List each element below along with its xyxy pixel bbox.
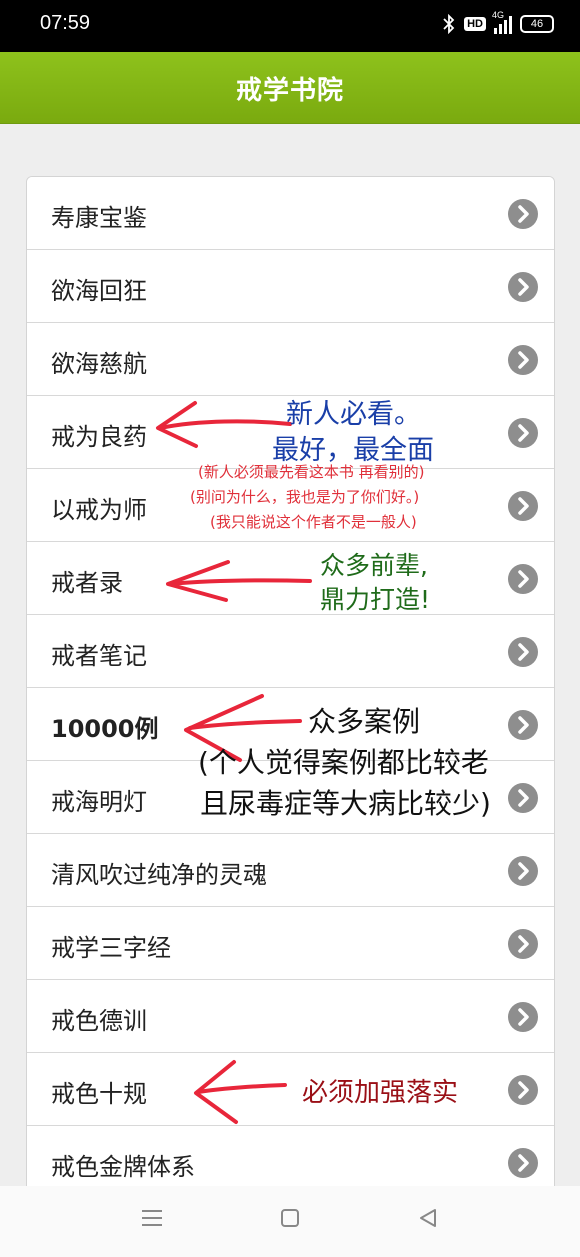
chevron-right-icon	[508, 1075, 538, 1105]
app-title: 戒学书院	[235, 76, 344, 106]
annotation-1-line1: 新人必看。	[286, 399, 421, 430]
list-item-label: 欲海回狂	[51, 277, 147, 305]
status-time: 07:59	[40, 12, 91, 34]
list-item-label: 戒海明灯	[51, 788, 147, 816]
chevron-right-icon	[508, 345, 538, 375]
chevron-right-icon	[508, 199, 538, 229]
annotation-2-line1: 众多前辈,	[320, 551, 428, 580]
list-item[interactable]: 欲海慈航	[27, 323, 554, 396]
back-icon[interactable]	[418, 1208, 438, 1228]
chevron-right-icon	[508, 491, 538, 521]
screen: 07:59 HD 4G 46 戒学书院 寿康宝鉴 欲海回狂 欲海慈航 戒为良药 …	[0, 0, 580, 1257]
chevron-right-icon	[508, 272, 538, 302]
annotation-3-line3: 且尿毒症等大病比较少)	[200, 787, 491, 820]
bluetooth-icon	[443, 14, 455, 34]
app-bar: 戒学书院	[0, 52, 580, 124]
book-list: 寿康宝鉴 欲海回狂 欲海慈航 戒为良药 以戒为师 戒者录 戒者笔记 10000例…	[26, 176, 555, 1200]
list-item-label: 以戒为师	[51, 496, 147, 524]
chevron-right-icon	[508, 1002, 538, 1032]
chevron-right-icon	[508, 418, 538, 448]
list-item-label: 戒者笔记	[51, 642, 147, 670]
battery-icon: 46	[520, 15, 554, 33]
chevron-right-icon	[508, 710, 538, 740]
list-item[interactable]: 戒色德训	[27, 980, 554, 1053]
menu-icon[interactable]	[141, 1208, 163, 1228]
list-item-label: 戒色德训	[51, 1007, 147, 1035]
list-item-label: 戒色十规	[51, 1080, 147, 1108]
system-nav-bar	[0, 1186, 580, 1257]
hd-badge: HD	[464, 17, 486, 31]
annotation-3-line1: 众多案例	[308, 705, 421, 738]
list-item[interactable]: 戒者录	[27, 542, 554, 615]
annotation-1-note1: (新人必须最先看这本书 再看别的)	[198, 463, 425, 481]
list-item-label: 欲海慈航	[51, 350, 147, 378]
status-icons: HD 4G 46	[442, 10, 554, 34]
list-item-label: 戒学三字经	[51, 934, 171, 962]
list-item[interactable]: 清风吹过纯净的灵魂	[27, 834, 554, 907]
list-item[interactable]: 欲海回狂	[27, 250, 554, 323]
home-icon[interactable]	[280, 1208, 300, 1228]
chevron-right-icon	[508, 929, 538, 959]
list-item-label: 清风吹过纯净的灵魂	[51, 861, 267, 889]
list-item-label: 戒为良药	[51, 423, 147, 451]
list-item[interactable]: 寿康宝鉴	[27, 177, 554, 250]
list-item-label: 戒者录	[51, 569, 123, 597]
annotation-1-note2: (别问为什么，我也是为了你们好。)	[190, 488, 420, 506]
list-item-label: 10000例	[51, 715, 159, 743]
status-bar: 07:59 HD 4G 46	[0, 0, 580, 52]
chevron-right-icon	[508, 783, 538, 813]
list-item-label: 寿康宝鉴	[51, 204, 147, 232]
annotation-1-note3: (我只能说这个作者不是一般人)	[210, 513, 417, 531]
chevron-right-icon	[508, 856, 538, 886]
annotation-2-line2: 鼎力打造!	[320, 585, 431, 614]
chevron-right-icon	[508, 637, 538, 667]
signal-icon: 4G	[492, 10, 512, 34]
chevron-right-icon	[508, 1148, 538, 1178]
chevron-right-icon	[508, 564, 538, 594]
annotation-4-line1: 必须加强落实	[302, 1078, 459, 1108]
list-item[interactable]: 戒者笔记	[27, 615, 554, 688]
list-item[interactable]: 戒学三字经	[27, 907, 554, 980]
list-item-label: 戒色金牌体系	[51, 1153, 195, 1181]
list-item[interactable]: 戒色十规	[27, 1053, 554, 1126]
network-type: 4G	[492, 10, 505, 20]
annotation-3-line2: (个人觉得案例都比较老	[198, 746, 489, 779]
